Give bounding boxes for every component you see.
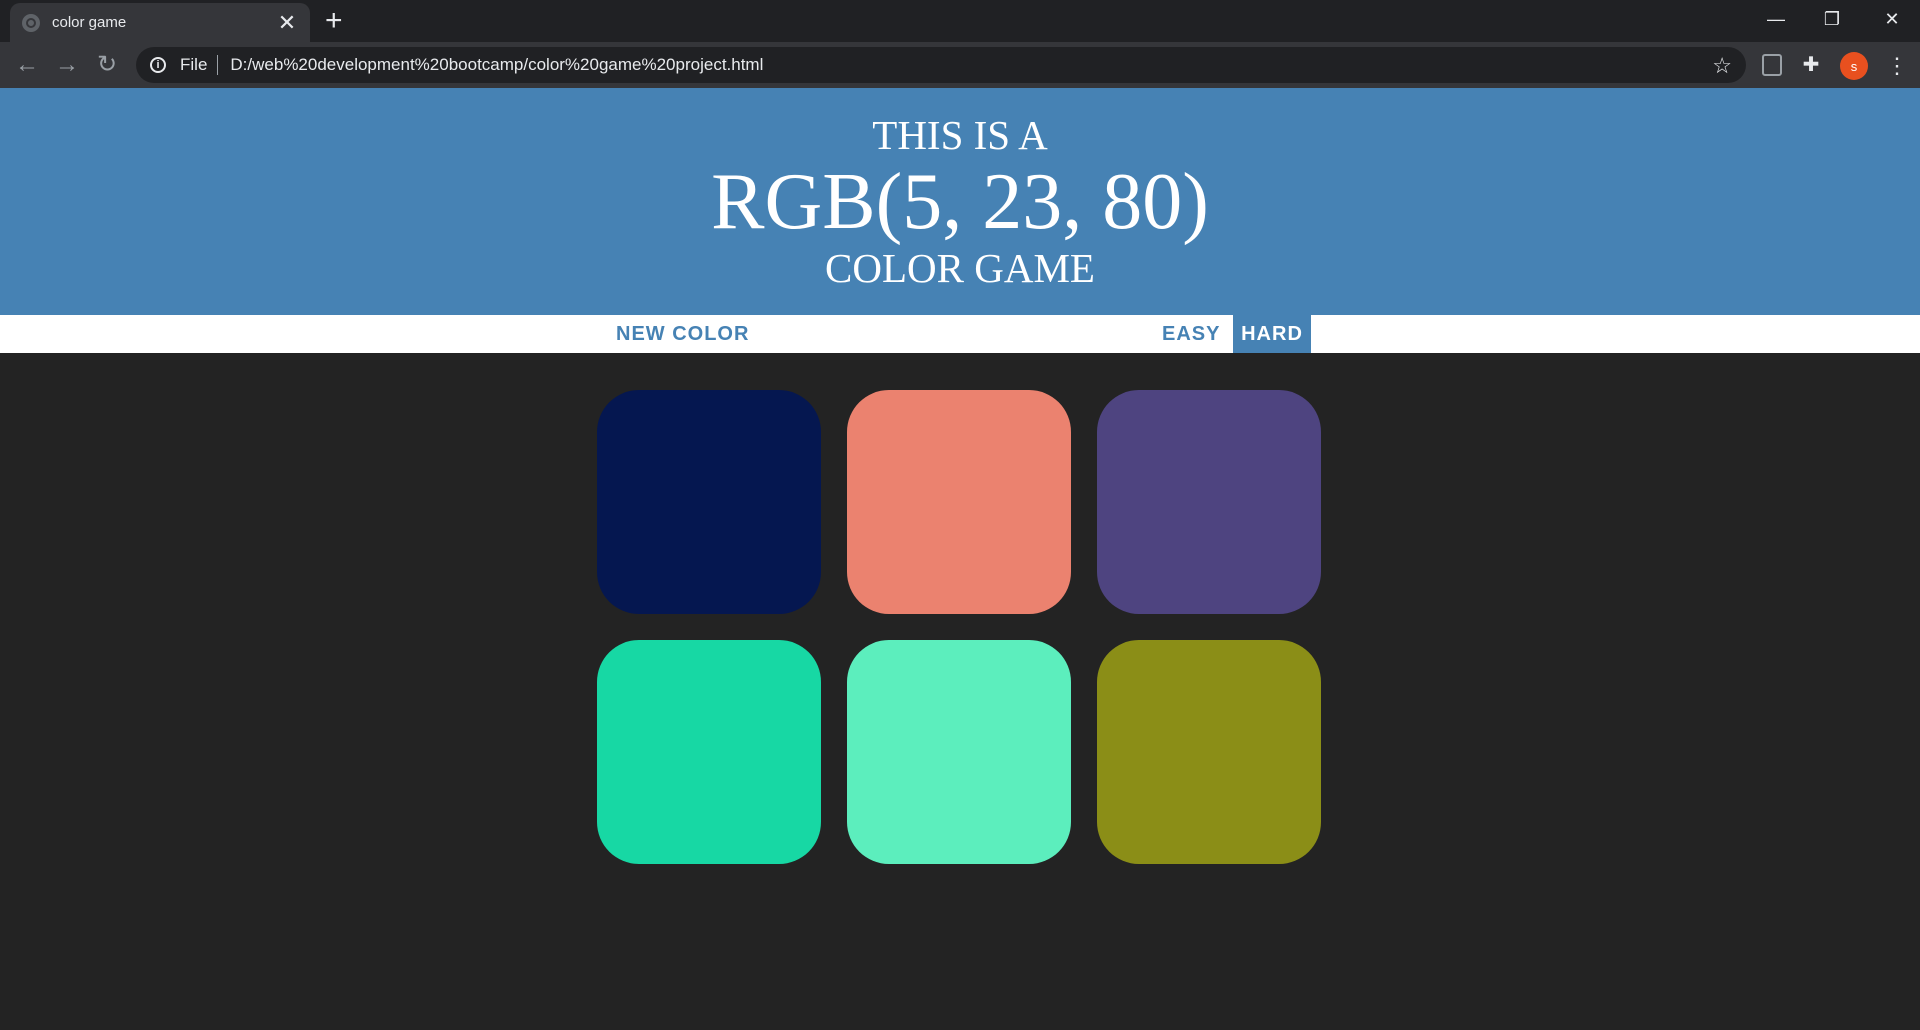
color-square[interactable] [597, 390, 821, 614]
color-square[interactable] [1097, 390, 1321, 614]
tab-close-icon[interactable]: ✕ [276, 11, 298, 34]
page-content: THIS IS A RGB(5, 23, 80) COLOR GAME NEW … [0, 88, 1920, 1030]
control-stripe: NEW COLOR EASY HARD [0, 315, 1920, 353]
puzzle-icon[interactable]: ✚ [1800, 54, 1822, 76]
globe-icon [22, 13, 40, 32]
extension-icon[interactable] [1762, 54, 1782, 76]
new-color-button[interactable]: NEW COLOR [608, 315, 757, 353]
divider [217, 55, 219, 75]
easy-button[interactable]: EASY [1154, 315, 1228, 353]
reload-icon[interactable]: ↻ [92, 50, 122, 80]
window-close-icon[interactable]: ✕ [1864, 0, 1920, 38]
color-square[interactable] [1097, 640, 1321, 864]
info-icon[interactable]: i [150, 57, 166, 73]
bookmark-star-icon[interactable]: ☆ [1712, 53, 1732, 79]
color-square[interactable] [847, 390, 1071, 614]
color-square[interactable] [597, 640, 821, 864]
url-text[interactable]: D:/web%20development%20bootcamp/color%20… [230, 55, 763, 75]
back-icon[interactable]: ← [12, 50, 42, 80]
header-line3: COLOR GAME [825, 245, 1095, 291]
address-bar[interactable]: i File D:/web%20development%20bootcamp/c… [136, 47, 1746, 83]
hard-button[interactable]: HARD [1233, 315, 1311, 353]
scheme-label: File [180, 55, 208, 74]
menu-icon[interactable]: ⋮ [1886, 52, 1908, 80]
tab-title: color game [52, 14, 127, 31]
forward-icon[interactable]: → [52, 50, 82, 80]
minimize-icon[interactable]: — [1748, 0, 1804, 38]
browser-toolbar: ← → ↻ i File D:/web%20development%20boot… [0, 42, 1920, 88]
restore-icon[interactable]: ❐ [1804, 0, 1860, 38]
rgb-display: RGB(5, 23, 80) [711, 158, 1209, 246]
tab-bar: color game ✕ + — ❐ ✕ [0, 0, 1920, 42]
new-tab-icon[interactable]: + [325, 6, 343, 36]
browser-tab[interactable]: color game ✕ [10, 3, 310, 42]
header-line1: THIS IS A [872, 112, 1048, 158]
color-square[interactable] [847, 640, 1071, 864]
game-header: THIS IS A RGB(5, 23, 80) COLOR GAME [0, 88, 1920, 315]
avatar[interactable]: s [1840, 52, 1868, 80]
